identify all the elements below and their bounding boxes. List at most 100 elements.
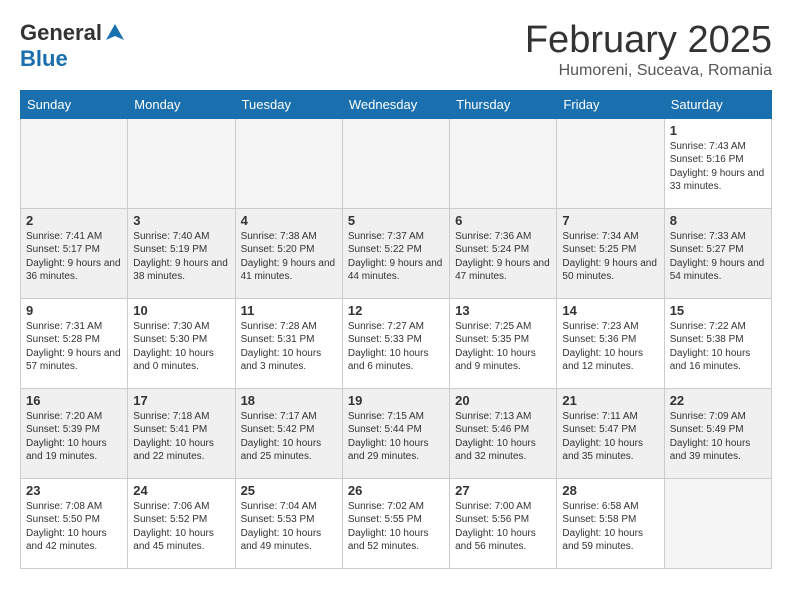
day-info: Sunrise: 7:28 AMSunset: 5:31 PMDaylight:… (241, 320, 337, 374)
page-header: General Blue February 2025 Humoreni, Suc… (20, 20, 772, 80)
day-number: 25 (241, 483, 337, 498)
calendar-cell: 7Sunrise: 7:34 AMSunset: 5:25 PMDaylight… (557, 208, 664, 298)
weekday-header-thursday: Thursday (450, 90, 557, 118)
day-number: 27 (455, 483, 551, 498)
day-info: Sunrise: 6:58 AMSunset: 5:58 PMDaylight:… (562, 500, 658, 554)
day-number: 16 (26, 393, 122, 408)
day-info: Sunrise: 7:13 AMSunset: 5:46 PMDaylight:… (455, 410, 551, 464)
weekday-header-sunday: Sunday (21, 90, 128, 118)
day-info: Sunrise: 7:02 AMSunset: 5:55 PMDaylight:… (348, 500, 444, 554)
calendar-cell: 11 Sunrise: 7:28 AMSunset: 5:31 PMDayligh… (235, 298, 342, 388)
calendar-cell (557, 118, 664, 208)
day-info: Sunrise: 7:38 AMSunset: 5:20 PMDaylight:… (241, 230, 337, 284)
day-number: 20 (455, 393, 551, 408)
day-number: 7 (562, 213, 658, 228)
calendar-cell: 4 Sunrise: 7:38 AMSunset: 5:20 PMDaylight… (235, 208, 342, 298)
calendar-cell (235, 118, 342, 208)
day-info: Sunrise: 7:00 AMSunset: 5:56 PMDaylight:… (455, 500, 551, 554)
day-number: 22 (670, 393, 766, 408)
calendar-cell (664, 478, 771, 568)
day-info: Sunrise: 7:30 AMSunset: 5:30 PMDaylight:… (133, 320, 229, 374)
day-number: 2 (26, 213, 122, 228)
calendar-cell: 14Sunrise: 7:23 AMSunset: 5:36 PMDayligh… (557, 298, 664, 388)
day-info: Sunrise: 7:20 AMSunset: 5:39 PMDaylight:… (26, 410, 122, 464)
day-number: 6 (455, 213, 551, 228)
day-number: 26 (348, 483, 444, 498)
month-year: February 2025 (525, 20, 772, 62)
day-info: Sunrise: 7:11 AMSunset: 5:47 PMDaylight:… (562, 410, 658, 464)
day-number: 3 (133, 213, 229, 228)
day-info: Sunrise: 7:41 AMSunset: 5:17 PMDaylight:… (26, 230, 122, 284)
day-number: 1 (670, 123, 766, 138)
day-number: 17 (133, 393, 229, 408)
day-number: 14 (562, 303, 658, 318)
calendar-cell: 13 Sunrise: 7:25 AMSunset: 5:35 PMDayligh… (450, 298, 557, 388)
day-info: Sunrise: 7:08 AMSunset: 5:50 PMDaylight:… (26, 500, 122, 554)
day-info: Sunrise: 7:04 AMSunset: 5:53 PMDaylight:… (241, 500, 337, 554)
calendar-cell (450, 118, 557, 208)
weekday-header-row: SundayMondayTuesdayWednesdayThursdayFrid… (21, 90, 772, 118)
calendar-cell: 28 Sunrise: 6:58 AMSunset: 5:58 PMDayligh… (557, 478, 664, 568)
week-row-4: 16 Sunrise: 7:20 AMSunset: 5:39 PMDayligh… (21, 388, 772, 478)
calendar-cell: 15Sunrise: 7:22 AMSunset: 5:38 PMDayligh… (664, 298, 771, 388)
week-row-2: 2 Sunrise: 7:41 AMSunset: 5:17 PMDaylight… (21, 208, 772, 298)
calendar-cell: 10 Sunrise: 7:30 AMSunset: 5:30 PMDayligh… (128, 298, 235, 388)
day-number: 5 (348, 213, 444, 228)
calendar-cell: 18 Sunrise: 7:17 AMSunset: 5:42 PMDayligh… (235, 388, 342, 478)
calendar-cell: 26 Sunrise: 7:02 AMSunset: 5:55 PMDayligh… (342, 478, 449, 568)
calendar-cell: 25 Sunrise: 7:04 AMSunset: 5:53 PMDayligh… (235, 478, 342, 568)
day-number: 13 (455, 303, 551, 318)
day-info: Sunrise: 7:27 AMSunset: 5:33 PMDaylight:… (348, 320, 444, 374)
calendar-cell: 16 Sunrise: 7:20 AMSunset: 5:39 PMDayligh… (21, 388, 128, 478)
week-row-5: 23 Sunrise: 7:08 AMSunset: 5:50 PMDayligh… (21, 478, 772, 568)
week-row-3: 9 Sunrise: 7:31 AMSunset: 5:28 PMDaylight… (21, 298, 772, 388)
calendar-cell (128, 118, 235, 208)
weekday-header-monday: Monday (128, 90, 235, 118)
calendar-cell: 1Sunrise: 7:43 AMSunset: 5:16 PMDaylight… (664, 118, 771, 208)
day-number: 10 (133, 303, 229, 318)
calendar-cell (342, 118, 449, 208)
day-number: 18 (241, 393, 337, 408)
day-info: Sunrise: 7:15 AMSunset: 5:44 PMDaylight:… (348, 410, 444, 464)
calendar-cell: 24 Sunrise: 7:06 AMSunset: 5:52 PMDayligh… (128, 478, 235, 568)
calendar-cell: 21 Sunrise: 7:11 AMSunset: 5:47 PMDayligh… (557, 388, 664, 478)
weekday-header-saturday: Saturday (664, 90, 771, 118)
day-info: Sunrise: 7:36 AMSunset: 5:24 PMDaylight:… (455, 230, 551, 284)
day-info: Sunrise: 7:18 AMSunset: 5:41 PMDaylight:… (133, 410, 229, 464)
calendar-cell: 20 Sunrise: 7:13 AMSunset: 5:46 PMDayligh… (450, 388, 557, 478)
logo-icon (104, 22, 126, 44)
title-block: February 2025 Humoreni, Suceava, Romania (525, 20, 772, 80)
day-number: 24 (133, 483, 229, 498)
calendar-cell: 17 Sunrise: 7:18 AMSunset: 5:41 PMDayligh… (128, 388, 235, 478)
day-info: Sunrise: 7:31 AMSunset: 5:28 PMDaylight:… (26, 320, 122, 374)
calendar-cell: 5 Sunrise: 7:37 AMSunset: 5:22 PMDaylight… (342, 208, 449, 298)
calendar-cell: 3 Sunrise: 7:40 AMSunset: 5:19 PMDaylight… (128, 208, 235, 298)
day-number: 23 (26, 483, 122, 498)
day-number: 21 (562, 393, 658, 408)
day-number: 11 (241, 303, 337, 318)
day-info: Sunrise: 7:37 AMSunset: 5:22 PMDaylight:… (348, 230, 444, 284)
day-info: Sunrise: 7:06 AMSunset: 5:52 PMDaylight:… (133, 500, 229, 554)
day-number: 28 (562, 483, 658, 498)
day-number: 4 (241, 213, 337, 228)
weekday-header-wednesday: Wednesday (342, 90, 449, 118)
weekday-header-tuesday: Tuesday (235, 90, 342, 118)
day-info: Sunrise: 7:40 AMSunset: 5:19 PMDaylight:… (133, 230, 229, 284)
day-number: 9 (26, 303, 122, 318)
calendar-cell (21, 118, 128, 208)
week-row-1: 1Sunrise: 7:43 AMSunset: 5:16 PMDaylight… (21, 118, 772, 208)
weekday-header-friday: Friday (557, 90, 664, 118)
day-info: Sunrise: 7:17 AMSunset: 5:42 PMDaylight:… (241, 410, 337, 464)
calendar-cell: 19Sunrise: 7:15 AMSunset: 5:44 PMDayligh… (342, 388, 449, 478)
day-number: 8 (670, 213, 766, 228)
day-info: Sunrise: 7:09 AMSunset: 5:49 PMDaylight:… (670, 410, 766, 464)
calendar-cell: 6 Sunrise: 7:36 AMSunset: 5:24 PMDaylight… (450, 208, 557, 298)
location: Humoreni, Suceava, Romania (525, 62, 772, 80)
calendar-cell: 27 Sunrise: 7:00 AMSunset: 5:56 PMDayligh… (450, 478, 557, 568)
calendar-cell: 12Sunrise: 7:27 AMSunset: 5:33 PMDayligh… (342, 298, 449, 388)
calendar-cell: 2 Sunrise: 7:41 AMSunset: 5:17 PMDaylight… (21, 208, 128, 298)
calendar-cell: 9 Sunrise: 7:31 AMSunset: 5:28 PMDaylight… (21, 298, 128, 388)
logo: General Blue (20, 20, 126, 72)
day-info: Sunrise: 7:25 AMSunset: 5:35 PMDaylight:… (455, 320, 551, 374)
calendar-cell: 22 Sunrise: 7:09 AMSunset: 5:49 PMDayligh… (664, 388, 771, 478)
